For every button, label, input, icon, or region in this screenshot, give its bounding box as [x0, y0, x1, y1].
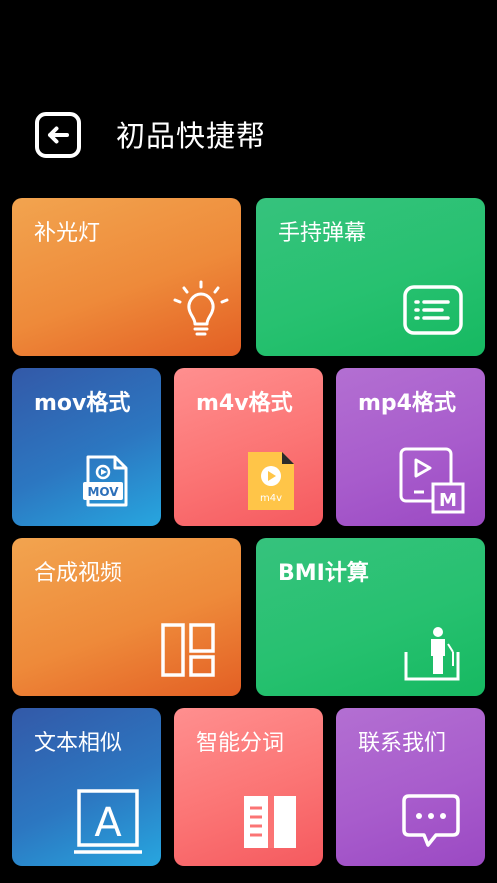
text-a-icon: A [74, 789, 142, 854]
tile-label: 合成视频 [34, 561, 123, 586]
m4v-format-tile[interactable]: m4v格式 m4v [174, 368, 323, 526]
smart-segment-tile[interactable]: 智能分词 [174, 708, 323, 866]
tile-label: 补光灯 [34, 221, 101, 246]
tile-label: 智能分词 [196, 731, 285, 756]
text-similarity-tile[interactable]: 文本相似 A [12, 708, 161, 866]
lightbulb-icon [173, 280, 229, 336]
mov-file-icon: MOV [83, 455, 128, 507]
book-list-icon [244, 796, 296, 848]
tile-label: mp4格式 [358, 391, 456, 416]
text-a-glyph: A [94, 800, 122, 846]
contact-us-tile[interactable]: 联系我们 [336, 708, 485, 866]
m4v-file-icon: m4v [248, 452, 294, 510]
mov-format-tile[interactable]: mov格式 MOV [12, 368, 161, 526]
layout-icon [161, 623, 215, 677]
tile-label: 联系我们 [358, 731, 447, 756]
tile-label: mov格式 [34, 391, 131, 416]
mp4-badge-text: M [439, 490, 457, 511]
page-title: 初品快捷帮 [116, 119, 267, 153]
chat-bubble-icon [402, 794, 460, 847]
mov-badge-text: MOV [87, 485, 119, 499]
fill-light-tile[interactable]: 补光灯 [12, 198, 241, 356]
mp4-convert-icon: M [399, 447, 465, 514]
tile-label: 文本相似 [34, 731, 123, 756]
m4v-badge-text: m4v [260, 493, 282, 504]
app-header: 初品快捷帮 [0, 0, 497, 190]
mp4-format-tile[interactable]: mp4格式 M [336, 368, 485, 526]
tile-label: m4v格式 [196, 391, 293, 416]
back-button[interactable] [34, 111, 82, 159]
tile-label: 手持弹幕 [278, 221, 367, 246]
compose-video-tile[interactable]: 合成视频 [12, 538, 241, 696]
teleprompter-tile[interactable]: 手持弹幕 [256, 198, 485, 356]
tile-label: BMI计算 [278, 561, 369, 586]
teleprompter-icon [403, 285, 463, 335]
person-scale-icon [404, 627, 460, 681]
bmi-calc-tile[interactable]: BMI计算 [256, 538, 485, 696]
back-arrow-icon [35, 112, 81, 158]
